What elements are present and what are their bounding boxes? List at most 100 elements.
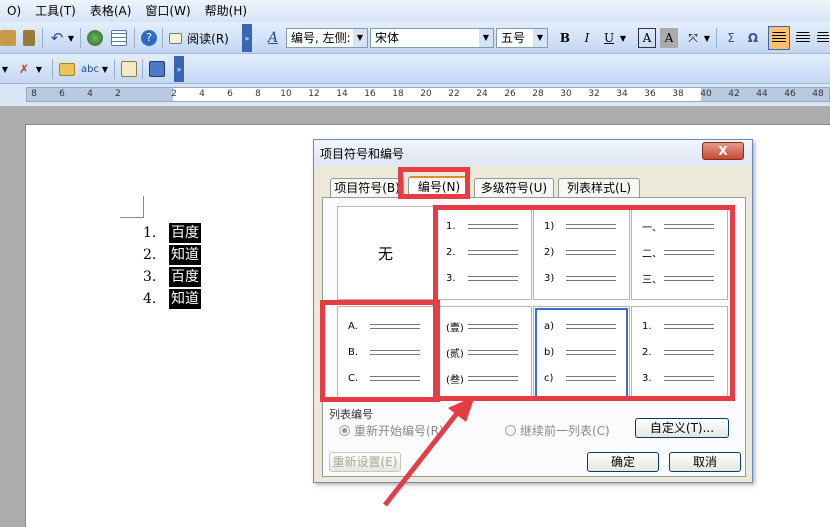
standard-toolbar: ↶ ▼ ? 阅读(R) » A 编号, 左侧: ▼ 宋体 ▼ 五号 ▼ B I U ▼… <box>0 22 830 54</box>
ruler-tick-label: 32 <box>588 89 600 99</box>
numbering-option-none[interactable]: 无 <box>337 206 434 300</box>
menu-window[interactable]: 窗口(W) <box>138 0 197 22</box>
align-right-icon[interactable] <box>816 28 830 48</box>
highlight-letter-style <box>320 300 440 402</box>
horizontal-ruler[interactable]: 8 6 4 2 2 4 6 8 10 12 14 16 18 20 22 24 26 28 30 32 34 36 38 40… <box>26 87 830 102</box>
list-item[interactable]: 3. 百度 <box>143 266 201 288</box>
font-combo[interactable]: 宋体 ▼ <box>370 28 494 48</box>
char-scale-dropdown-icon[interactable]: ▼ <box>702 28 712 48</box>
tab-bullets[interactable]: 项目符号(B) <box>330 178 404 198</box>
ruler-tick-label: 2 <box>115 89 121 99</box>
style-combo[interactable]: 编号, 左侧: ▼ <box>286 28 368 48</box>
char-shading-button[interactable]: A <box>660 28 678 48</box>
list-item[interactable]: 1. 百度 <box>143 222 201 244</box>
chevron-down-icon[interactable]: ▼ <box>479 29 493 47</box>
list-number: 1. <box>143 225 157 241</box>
toolbar-overflow-icon[interactable]: » <box>174 56 184 82</box>
table-icon[interactable] <box>110 28 128 48</box>
ruler-tick-label: 30 <box>560 89 572 99</box>
toolbar-overflow-icon[interactable]: » <box>242 24 252 52</box>
ruler-tick-label: 18 <box>392 89 404 99</box>
spelling-icon[interactable]: abc <box>80 59 100 79</box>
read-mode-icon <box>168 28 182 48</box>
ruler-tick-label: 6 <box>227 89 233 99</box>
underline-button[interactable]: U <box>600 28 618 48</box>
ruler-tick-label: 6 <box>59 89 65 99</box>
restart-numbering-option[interactable]: 重新开始编号(R) <box>339 422 444 439</box>
list-text: 知道 <box>169 245 201 265</box>
ruler-tick-label: 20 <box>420 89 432 99</box>
ruler-tick-label: 42 <box>728 89 740 99</box>
continue-list-label: 继续前一列表(C) <box>520 424 610 438</box>
chevron-down-icon[interactable]: ▼ <box>353 29 367 47</box>
continue-list-option[interactable]: 继续前一列表(C) <box>505 422 610 439</box>
paste-icon[interactable] <box>0 28 16 48</box>
ruler-tick-label: 26 <box>504 89 516 99</box>
styles-pane-icon[interactable]: A <box>264 28 282 48</box>
tab-outline-numbered[interactable]: 多级符号(U) <box>474 178 554 198</box>
ruler-tick-label: 10 <box>280 89 292 99</box>
menu-format[interactable]: O) <box>0 0 28 22</box>
hyperlink-icon[interactable] <box>86 28 104 48</box>
cancel-button[interactable]: 取消 <box>669 452 741 472</box>
ruler-tick-label: 48 <box>812 89 824 99</box>
insert-field-icon[interactable] <box>148 59 166 79</box>
folder-icon[interactable] <box>58 59 76 79</box>
ok-button[interactable]: 确定 <box>587 452 659 472</box>
secondary-toolbar: ▼ ✗ ▼ abc ▼ » <box>0 54 830 84</box>
char-border-button[interactable]: A <box>638 28 656 48</box>
ruler-tick-label: 24 <box>476 89 488 99</box>
ruler-tick-label: 2 <box>171 89 177 99</box>
justify-button[interactable] <box>768 26 790 50</box>
format-painter-icon[interactable] <box>20 28 38 48</box>
red-x-icon[interactable]: ✗ <box>14 59 34 79</box>
list-text: 知道 <box>169 289 201 309</box>
ruler-tick-label: 22 <box>448 89 460 99</box>
ruler-tick-label: 8 <box>31 89 37 99</box>
menu-table[interactable]: 表格(A) <box>83 0 139 22</box>
numbered-list[interactable]: 1. 百度 2. 知道 3. 百度 4. 知道 <box>143 222 201 310</box>
dropdown-icon[interactable]: ▼ <box>0 59 10 79</box>
tab-list-styles[interactable]: 列表样式(L) <box>558 178 640 198</box>
bold-button[interactable]: B <box>556 28 574 48</box>
customize-button[interactable]: 自定义(T)... <box>635 418 729 438</box>
ruler-tick-label: 44 <box>756 89 768 99</box>
ruler-tick-label: 16 <box>364 89 376 99</box>
ruler-tick-label: 8 <box>255 89 261 99</box>
read-mode-button[interactable]: 阅读(R) <box>186 28 230 48</box>
highlight-numbering-tab <box>398 167 470 199</box>
dropdown-icon[interactable]: ▼ <box>34 59 44 79</box>
italic-button[interactable]: I <box>578 28 596 48</box>
reset-button[interactable]: 重新设置(E) <box>329 452 401 472</box>
symbol-button[interactable]: Ω <box>744 28 762 48</box>
ruler-tick-label: 4 <box>87 89 93 99</box>
font-size-combo[interactable]: 五号 ▼ <box>496 28 548 48</box>
ruler-tick-label: 12 <box>308 89 320 99</box>
chevron-down-icon[interactable]: ▼ <box>533 29 547 47</box>
list-numbering-label: 列表编号 <box>329 408 373 421</box>
list-item[interactable]: 2. 知道 <box>143 244 201 266</box>
ruler-tick-label: 28 <box>532 89 544 99</box>
close-button[interactable]: X <box>702 142 744 160</box>
sigma-button[interactable]: Σ <box>722 28 740 48</box>
highlight-numbering-styles <box>433 205 735 401</box>
radio-icon[interactable] <box>505 425 516 436</box>
research-icon[interactable] <box>120 59 138 79</box>
undo-dropdown-icon[interactable]: ▼ <box>66 28 76 48</box>
menu-bar: O) 工具(T) 表格(A) 窗口(W) 帮助(H) <box>0 0 830 22</box>
undo-icon[interactable]: ↶ <box>48 28 66 48</box>
menu-help[interactable]: 帮助(H) <box>198 0 254 22</box>
list-number: 3. <box>143 269 157 285</box>
underline-dropdown-icon[interactable]: ▼ <box>618 28 628 48</box>
dropdown-icon[interactable]: ▼ <box>100 59 110 79</box>
list-number: 4. <box>143 291 157 307</box>
align-center-icon[interactable] <box>794 28 812 48</box>
margin-corner-mark <box>120 196 144 218</box>
list-item[interactable]: 4. 知道 <box>143 288 201 310</box>
radio-icon[interactable] <box>339 425 350 436</box>
help-icon[interactable]: ? <box>140 28 158 48</box>
char-scale-icon[interactable]: ⤧ <box>684 28 702 48</box>
ruler-tick-label: 40 <box>700 89 712 99</box>
menu-tools[interactable]: 工具(T) <box>28 0 83 22</box>
list-text: 百度 <box>169 267 201 287</box>
